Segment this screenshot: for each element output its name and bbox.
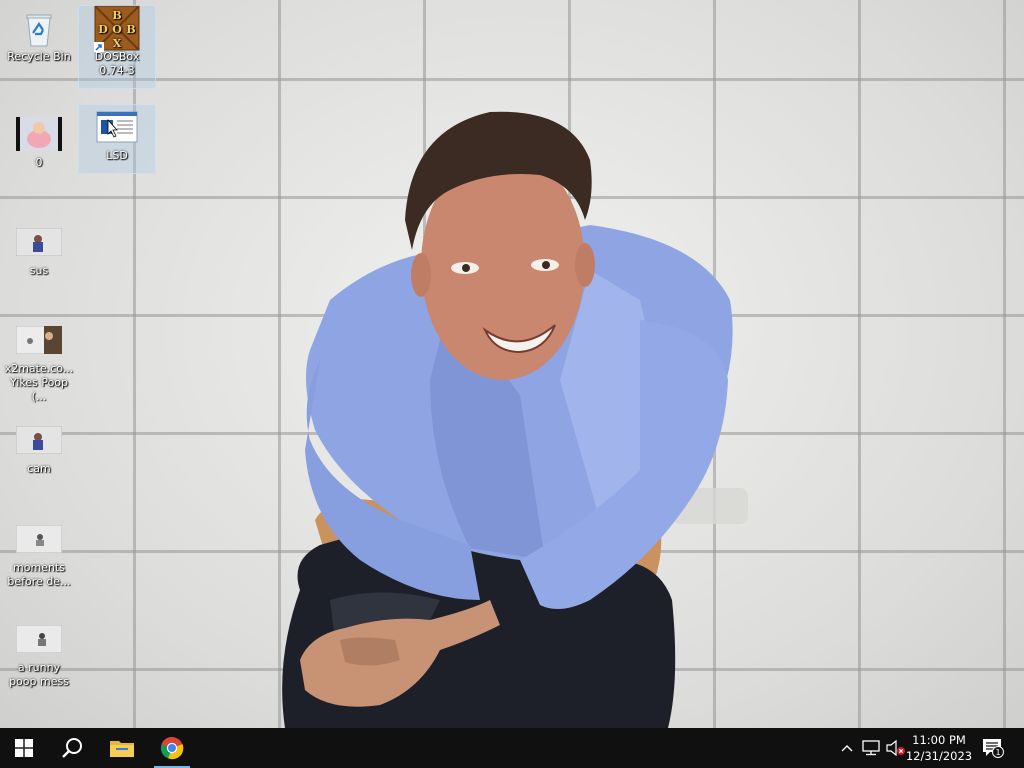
file-explorer-button[interactable] (98, 728, 146, 768)
desktop-icon-label: moments before de... (7, 561, 71, 588)
recycle-bin-icon (15, 8, 63, 48)
video-thumbnail-icon (15, 320, 63, 360)
video-thumbnail-icon (15, 420, 63, 460)
desktop-icon-label: 0 (35, 156, 43, 169)
file-explorer-icon (110, 741, 134, 757)
desktop-icon-label: sus (29, 264, 49, 277)
desktop-icon-x2mate[interactable]: x2mate.co... Yikes Poop (... (1, 318, 77, 404)
chrome-icon (160, 736, 184, 760)
search-button[interactable] (48, 728, 96, 768)
dosbox-logo-letter: B (112, 9, 121, 22)
desktop-icon-label: LSD (106, 149, 128, 162)
clock[interactable]: 11:00 PM 12/31/2023 (904, 732, 974, 764)
desktop-icon-sus[interactable]: sus (1, 220, 77, 278)
desktop-icon-label: DOSBox 0.74-3 (94, 50, 140, 77)
document-window-icon (93, 107, 141, 147)
volume-muted-icon (886, 740, 905, 756)
chevron-up-icon (841, 745, 853, 752)
desktop-icon-runny[interactable]: a runny poop mess (1, 617, 77, 689)
video-thumbnail-icon (15, 222, 63, 262)
search-icon (62, 738, 82, 758)
desktop-icon-lsd[interactable]: LSD (78, 104, 156, 174)
action-center-button[interactable]: 1 (978, 728, 1008, 768)
dosbox-logo-letter: D (98, 23, 108, 36)
clock-date: 12/31/2023 (905, 749, 973, 763)
dosbox-logo-letter: X (113, 37, 122, 50)
desktop-icon-label: x2mate.co... Yikes Poop (... (4, 362, 74, 403)
desktop-icon-dosbox[interactable]: B D O B X DOSBox 0.74-3 (78, 5, 156, 89)
network-button[interactable] (859, 728, 883, 768)
clock-time: 11:00 PM (912, 733, 966, 747)
video-thumbnail-icon (15, 114, 63, 154)
video-thumbnail-icon (15, 519, 63, 559)
action-center-icon: 1 (983, 739, 1004, 758)
shortcut-arrow-icon (94, 42, 104, 52)
dosbox-logo-letter: O (112, 23, 122, 36)
dosbox-icon: B D O B X (93, 5, 141, 52)
notification-count-badge: 1 (995, 748, 1000, 757)
dosbox-logo-letter: B (126, 23, 135, 36)
desktop[interactable]: Recycle Bin B D O B X DOSBox 0.74-3 0 LS… (0, 0, 1024, 728)
desktop-icon-video-0[interactable]: 0 (1, 112, 77, 170)
desktop-icon-label: cam (27, 462, 51, 475)
chrome-button[interactable] (148, 728, 196, 768)
network-icon (862, 740, 880, 756)
video-thumbnail-icon (15, 619, 63, 659)
start-button[interactable] (0, 728, 48, 768)
desktop-icon-cam[interactable]: cam (1, 418, 77, 476)
desktop-icon-label: Recycle Bin (7, 50, 71, 63)
desktop-icon-label: a runny poop mess (9, 661, 69, 688)
desktop-icon-moments[interactable]: moments before de... (1, 517, 77, 589)
show-hidden-icons-button[interactable] (836, 728, 858, 768)
windows-start-icon (15, 739, 33, 757)
desktop-icon-recycle-bin[interactable]: Recycle Bin (1, 6, 77, 64)
taskbar: 11:00 PM 12/31/2023 1 (0, 728, 1024, 768)
